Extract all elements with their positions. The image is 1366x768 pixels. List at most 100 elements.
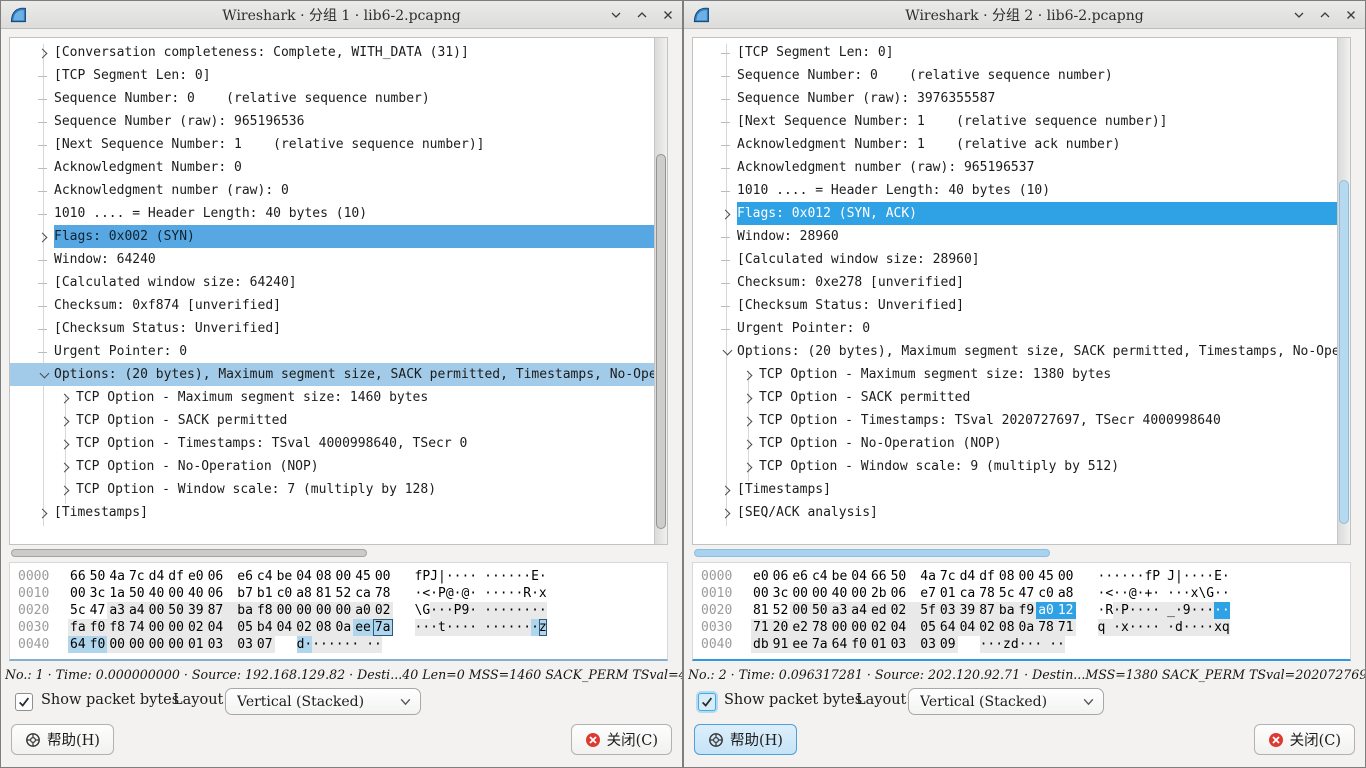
hex-byte[interactable]: 00	[790, 585, 810, 602]
ascii-char[interactable]: E	[1214, 568, 1222, 585]
tree-row[interactable]: TCP Option - Window scale: 9 (multiply b…	[693, 455, 1337, 478]
hex-byte[interactable]: 81	[314, 585, 334, 602]
ascii-char[interactable]: ·	[1175, 602, 1183, 619]
ascii-char[interactable]: ·	[980, 636, 988, 653]
ascii-char[interactable]: ·	[523, 602, 531, 619]
horizontal-scrollbar[interactable]	[692, 548, 1351, 558]
hex-byte[interactable]: 71	[751, 619, 771, 636]
hex-byte[interactable]: f9	[1017, 602, 1037, 619]
hex-byte[interactable]: 39	[958, 602, 978, 619]
ascii-char[interactable]: ·	[508, 602, 516, 619]
ascii-char[interactable]: ·	[1098, 568, 1106, 585]
close-button[interactable]: 关闭(C)	[571, 724, 672, 755]
tree-row[interactable]: TCP Option - SACK permitted	[10, 409, 654, 432]
hex-byte[interactable]: 39	[186, 602, 206, 619]
ascii-char[interactable]: ·	[477, 568, 492, 585]
ascii-char[interactable]: ·	[469, 568, 477, 585]
hex-byte[interactable]: 20	[771, 619, 791, 636]
ascii-char[interactable]: ·	[500, 602, 508, 619]
ascii-char[interactable]: J	[430, 568, 438, 585]
hex-byte[interactable]: 06	[889, 585, 909, 602]
hex-byte[interactable]: f8	[255, 602, 275, 619]
hex-byte[interactable]: 50	[166, 602, 186, 619]
maximize-icon[interactable]	[1318, 9, 1331, 22]
hex-byte[interactable]: 06	[771, 568, 791, 585]
hex-byte[interactable]: 4a	[107, 568, 127, 585]
tree-row[interactable]: Checksum: 0xe278 [unverified]	[693, 271, 1337, 294]
horizontal-scrollbar-thumb[interactable]	[694, 549, 1050, 557]
ascii-char[interactable]: _	[1160, 602, 1175, 619]
tree-row[interactable]: [Timestamps]	[10, 501, 654, 524]
ascii-char[interactable]: ·	[454, 619, 462, 636]
minimize-icon[interactable]	[1292, 9, 1305, 22]
tree-row[interactable]: Urgent Pointer: 0	[693, 317, 1337, 340]
ascii-char[interactable]: ·	[492, 568, 500, 585]
hex-byte[interactable]: 04	[206, 619, 226, 636]
ascii-char[interactable]: ·	[1160, 619, 1175, 636]
tree-row[interactable]: TCP Option - Timestamps: TSval 202072769…	[693, 409, 1337, 432]
hex-byte[interactable]: c0	[275, 585, 295, 602]
tree-row[interactable]: [TCP Segment Len: 0]	[10, 64, 654, 87]
ascii-char[interactable]: ·	[1137, 585, 1145, 602]
hex-byte[interactable]: e2	[790, 619, 810, 636]
hex-byte[interactable]: 00	[294, 602, 314, 619]
help-button[interactable]: 帮助(H)	[11, 724, 114, 755]
tree-row[interactable]: TCP Option - No-Operation (NOP)	[10, 455, 654, 478]
ascii-char[interactable]: x	[1121, 619, 1129, 636]
ascii-char[interactable]: ·	[1113, 602, 1121, 619]
hex-byte[interactable]: 01	[869, 636, 889, 653]
hex-byte[interactable]: 02	[294, 619, 314, 636]
hex-byte[interactable]: 00	[334, 568, 354, 585]
ascii-char[interactable]: ·	[430, 619, 438, 636]
hex-byte[interactable]: e6	[225, 568, 255, 585]
hex-byte[interactable]: ca	[353, 585, 373, 602]
tree-row[interactable]: Flags: 0x012 (SYN, ACK)	[693, 202, 1337, 225]
ascii-char[interactable]: ·	[477, 602, 492, 619]
tree-row[interactable]: [Next Sequence Number: 1 (relative seque…	[693, 110, 1337, 133]
ascii-char[interactable]: d	[1175, 619, 1183, 636]
hex-byte[interactable]: 0a	[334, 619, 354, 636]
hex-byte[interactable]: a3	[107, 602, 127, 619]
hex-byte[interactable]: 00	[1056, 568, 1076, 585]
ascii-char[interactable]: z	[539, 619, 547, 636]
hex-byte[interactable]: 78	[1036, 619, 1056, 636]
hex-byte[interactable]: 50	[810, 602, 830, 619]
tree-row[interactable]: 1010 .... = Header Length: 40 bytes (10)	[10, 202, 654, 225]
hex-byte[interactable]: 87	[977, 602, 997, 619]
ascii-char[interactable]: ·	[508, 568, 516, 585]
expander-expanded-icon[interactable]	[721, 346, 733, 358]
ascii-char[interactable]: ·	[374, 636, 382, 653]
ascii-char[interactable]	[1105, 619, 1113, 636]
ascii-char[interactable]: ·	[1144, 602, 1152, 619]
ascii-char[interactable]: q	[1222, 619, 1230, 636]
expander-collapsed-icon[interactable]	[743, 415, 755, 427]
tree-row[interactable]: [Calculated window size: 64240]	[10, 271, 654, 294]
hex-byte[interactable]: a0	[1036, 602, 1056, 619]
ascii-char[interactable]: t	[438, 619, 446, 636]
ascii-char[interactable]: ·	[477, 585, 492, 602]
ascii-char[interactable]: ·	[523, 619, 531, 636]
ascii-char[interactable]: x	[539, 585, 547, 602]
hex-byte[interactable]: 06	[206, 568, 226, 585]
hex-byte[interactable]: a4	[849, 602, 869, 619]
hex-byte[interactable]: 5f	[908, 602, 938, 619]
hex-byte[interactable]: 7a	[373, 619, 393, 636]
ascii-char[interactable]: ·	[500, 619, 508, 636]
ascii-char[interactable]: ·	[469, 602, 477, 619]
ascii-char[interactable]: ·	[430, 602, 438, 619]
tree-row[interactable]: [SEQ/ACK analysis]	[693, 501, 1337, 524]
ascii-char[interactable]: E	[531, 568, 539, 585]
hex-byte[interactable]: 3c	[88, 585, 108, 602]
hex-byte[interactable]: 00	[849, 585, 869, 602]
ascii-char[interactable]: ·	[1144, 619, 1152, 636]
ascii-char[interactable]: ·	[1191, 568, 1199, 585]
ascii-char[interactable]: ·	[446, 619, 454, 636]
hex-byte[interactable]: 78	[373, 585, 393, 602]
horizontal-scrollbar-thumb[interactable]	[11, 549, 367, 557]
ascii-char[interactable]: ·	[1183, 568, 1191, 585]
hex-byte[interactable]: 91	[771, 636, 791, 653]
hex-byte[interactable]: 47	[88, 602, 108, 619]
ascii-char[interactable]: ·	[422, 619, 430, 636]
hex-byte[interactable]: 52	[334, 585, 354, 602]
hex-byte[interactable]: 45	[1036, 568, 1056, 585]
